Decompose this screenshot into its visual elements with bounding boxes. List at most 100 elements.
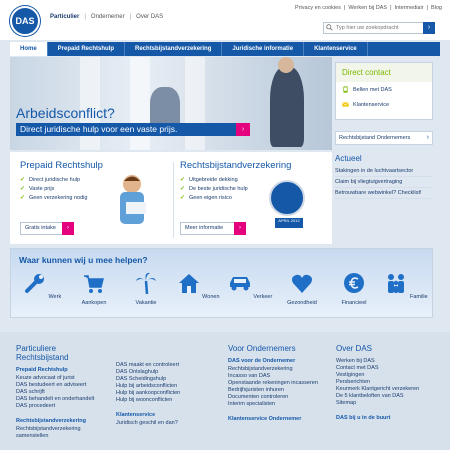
meer-informatie-button[interactable]: Meer informatie › (180, 222, 246, 235)
blog-link[interactable]: Blog (431, 5, 442, 11)
footer-link[interactable]: Keuze advocaat of jurist (16, 375, 106, 382)
actueel-item[interactable]: Claim bij vliegtuigvertraging (335, 177, 433, 188)
tab-rechtsbijstandverzekering[interactable]: Rechtsbijstandverzekering (125, 42, 223, 56)
footer-title: Voor Ondernemers (228, 344, 296, 353)
check-icon: ✓ (20, 186, 26, 192)
award-badge-label: APRIL 2012 (275, 218, 303, 228)
das-logo[interactable]: DAS (10, 6, 40, 36)
footer-link[interactable]: Sitemap (336, 400, 436, 407)
footer-link[interactable]: Contact met DAS (336, 365, 436, 372)
audience-ondernemer[interactable]: Ondernemer (91, 14, 125, 20)
category-label: Gezondheid (287, 300, 317, 306)
category-familie[interactable]: Familie (383, 271, 429, 306)
product-divider (173, 162, 174, 238)
chevron-right-icon[interactable]: › (236, 123, 250, 136)
footer-link[interactable]: Openstaande rekeningen incasseren (228, 380, 324, 387)
footer-heading[interactable]: Klantenservice Ondernemer (228, 416, 324, 422)
category-aankopen[interactable]: Aankopen (71, 271, 117, 306)
check-label: Uitgebreide dekking (189, 177, 238, 183)
footer-link[interactable]: Documenten controleren (228, 394, 324, 401)
footer-link[interactable]: De 5 klantbeloften van DAS (336, 393, 436, 400)
footer-link[interactable]: DAS schrijft (16, 389, 106, 396)
shopping-cart-icon (84, 275, 104, 293)
window-light (185, 57, 205, 150)
category-financieel[interactable]: Financieel (331, 271, 377, 306)
category-label: Wonen (202, 294, 220, 300)
search-button[interactable]: › (423, 22, 435, 34)
contact-call[interactable]: Bellen met DAS (336, 82, 432, 97)
actueel-item[interactable]: Betrouwbare webwinkel? Checklist! (335, 188, 433, 199)
tab-juridische-informatie[interactable]: Juridische informatie (222, 42, 305, 56)
footer-link[interactable]: DAS behandelt en onderhandelt (16, 396, 106, 403)
footer-link[interactable]: Hulp bij arbeidsconflicten (116, 383, 206, 390)
wrench-icon (24, 274, 44, 293)
footer-particulier: Particuliere Rechtsbijstand Prepaid Rech… (16, 344, 106, 440)
actueel-box: Actueel Stakingen in de luchtvaartsector… (335, 154, 433, 199)
hero-person-standing (270, 67, 304, 147)
footer-link[interactable]: DAS bestudeert en adviseert (16, 382, 106, 389)
phone-icon (343, 86, 348, 93)
footer-title: Particuliere Rechtsbijstand (16, 344, 69, 362)
intermediary-link[interactable]: Intermediair (395, 5, 424, 11)
footer-link[interactable]: Vestigingen (336, 372, 436, 379)
footer-particulier-col2: DAS maakt en controleert DAS Ontslaghulp… (116, 362, 206, 427)
rechtsbijstand-ondernemers-link[interactable]: Rechtsbijstand Ondernemers › (335, 131, 433, 145)
audience-over-das[interactable]: Over DAS (136, 14, 163, 20)
footer-heading[interactable]: Rechtsbijstandverzekering (16, 418, 106, 424)
check-label: Vaste prijs (29, 186, 55, 192)
footer-link[interactable]: Persberichten (336, 379, 436, 386)
rbv-title[interactable]: Rechtsbijstandverzekering (180, 160, 330, 171)
tab-klantenservice[interactable]: Klantenservice (304, 42, 368, 56)
footer-link[interactable]: DAS Scheidingshulp (116, 376, 206, 383)
footer-link[interactable]: DAS procedeert (16, 403, 106, 410)
footer-link[interactable]: DAS Ontslaghulp (116, 369, 206, 376)
utility-separator: | (390, 5, 392, 11)
footer-heading[interactable]: Prepaid Rechtshulp (16, 367, 106, 373)
category-werk[interactable]: Werk (19, 271, 65, 306)
footer-link[interactable]: Incasso van DAS (228, 373, 324, 380)
euro-coin-icon (344, 273, 364, 293)
audience-particulier[interactable]: Particulier (50, 14, 79, 20)
footer-link[interactable]: Juridisch geschil en dan? (116, 420, 206, 427)
search-input[interactable] (324, 23, 422, 33)
search-box: › (323, 22, 435, 34)
hero-title: Arbeidsconflict? (16, 105, 115, 121)
jobs-link[interactable]: Werken bij DAS (348, 5, 387, 11)
footer-heading[interactable]: DAS voor de Ondernemer (228, 358, 324, 364)
footer-link[interactable]: Rechtsbijstandverzekering (228, 366, 324, 373)
audience-switch: Particulier | Ondernemer | Over DAS (50, 14, 163, 20)
category-label: Familie (409, 294, 428, 300)
prepaid-title[interactable]: Prepaid Rechtshulp (20, 160, 170, 171)
actueel-item[interactable]: Stakingen in de luchtvaartsector (335, 166, 433, 177)
utility-links: Privacy en cookies | Werken bij DAS | In… (295, 5, 442, 11)
check-item: ✓ Geen verzekering nodig (20, 195, 88, 201)
footer-link[interactable]: Hulp bij woonconflicten (116, 397, 206, 404)
product-section: Prepaid Rechtshulp ✓ Direct juridische hu… (10, 152, 332, 244)
hero-cta[interactable]: Direct juridische hulp voor een vaste pr… (16, 123, 250, 136)
category-vakantie[interactable]: Vakantie (123, 271, 169, 306)
contact-title: Direct contact (336, 63, 432, 82)
category-verkeer[interactable]: Verkeer (227, 271, 273, 306)
help-categories: Waar kunnen wij u mee helpen? Werk Aanko… (10, 248, 433, 318)
footer-link[interactable]: Hulp bij aankoopconflicten (116, 390, 206, 397)
category-label: Vakantie (135, 300, 157, 306)
footer-link[interactable]: Werken bij DAS (336, 358, 436, 365)
footer-link[interactable]: DAS maakt en controleert (116, 362, 206, 369)
category-gezondheid[interactable]: Gezondheid (279, 271, 325, 306)
footer-heading[interactable]: Klantenservice (116, 412, 206, 418)
check-item: ✓ Geen eigen risico (180, 195, 330, 201)
footer-link[interactable]: Bedrijfsjuristen inhuren (228, 387, 324, 394)
footer-over-das: Over DAS Werken bij DAS Contact met DAS … (336, 344, 436, 423)
footer-link[interactable]: Rechtsbijstandverzekering samenstellen (16, 426, 106, 440)
actueel-title: Actueel (335, 154, 362, 163)
gratis-intake-button[interactable]: Gratis intake › (20, 222, 74, 235)
contact-service[interactable]: Klantenservice (336, 97, 432, 112)
footer-link[interactable]: Interim specialisten (228, 401, 324, 408)
hero-banner[interactable]: Arbeidsconflict? Direct juridische hulp … (10, 57, 332, 150)
footer-link[interactable]: Keurmerk Klantgericht verzekeren (336, 386, 436, 393)
footer-heading[interactable]: DAS bij u in de buurt (336, 415, 436, 421)
tab-prepaid-rechtshulp[interactable]: Prepaid Rechtshulp (48, 42, 126, 56)
category-wonen[interactable]: Wonen (175, 271, 221, 306)
tab-home[interactable]: Home (10, 42, 48, 56)
privacy-link[interactable]: Privacy en cookies (295, 5, 341, 11)
